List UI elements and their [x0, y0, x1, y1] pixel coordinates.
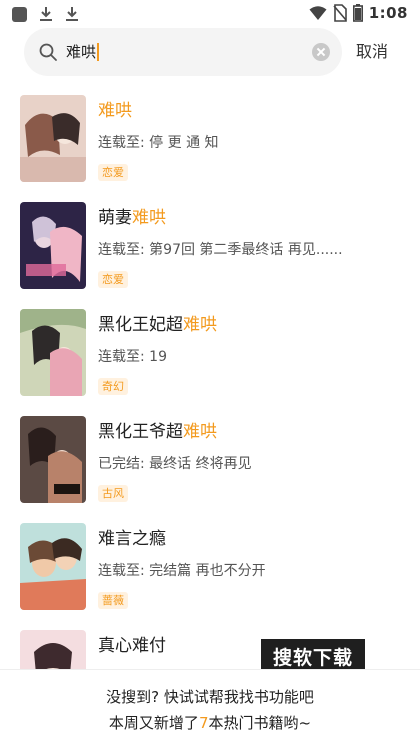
update-status: 已完结: 最终话 终将再见 — [98, 456, 252, 472]
genre-tag: 恋爱 — [98, 271, 128, 288]
clear-icon[interactable] — [312, 43, 330, 61]
book-cover[interactable] — [20, 309, 86, 396]
title-text: 真心难付 — [98, 636, 166, 656]
book-cover[interactable] — [20, 202, 86, 289]
list-item[interactable]: 萌妻难哄 连载至: 第97回 第二季最终话 再见...... 恋爱 — [0, 199, 420, 306]
title-highlight: 难哄 — [183, 315, 217, 335]
title-text: 黑化王妃超 — [98, 315, 183, 335]
book-cover[interactable] — [20, 523, 86, 610]
text-cursor — [97, 43, 100, 61]
search-input[interactable]: 难哄 — [24, 28, 342, 76]
search-icon — [39, 43, 57, 61]
clock-time: 1:08 — [368, 4, 408, 22]
title-text: 萌妻 — [98, 208, 132, 228]
list-item[interactable]: 难言之瘾 连载至: 完结篇 再也不分开 蔷薇 — [0, 520, 420, 627]
book-title[interactable]: 黑化王妃超难哄 — [98, 314, 217, 336]
book-cover[interactable] — [20, 95, 86, 182]
genre-tag: 奇幻 — [98, 378, 128, 395]
list-item[interactable]: 黑化王爷超难哄 已完结: 最终话 终将再见 古风 — [0, 413, 420, 520]
wifi-icon — [309, 6, 327, 20]
book-title[interactable]: 真心难付 — [98, 635, 166, 657]
status-bar: 1:08 — [0, 0, 420, 28]
genre-tag: 蔷薇 — [98, 592, 128, 609]
app-square-icon — [12, 6, 27, 22]
find-book-prompt[interactable]: 没搜到? 快试试帮我找书功能吧 本周又新增了7本热门书籍哟~ — [0, 669, 420, 747]
cancel-button[interactable]: 取消 — [356, 40, 388, 64]
update-status: 连载至: 19 — [98, 349, 167, 365]
title-highlight: 难哄 — [98, 101, 132, 121]
list-item[interactable]: 黑化王妃超难哄 连载至: 19 奇幻 — [0, 306, 420, 413]
title-highlight: 难哄 — [183, 422, 217, 442]
genre-tag: 恋爱 — [98, 164, 128, 181]
download-icon — [66, 7, 78, 21]
genre-tag: 古风 — [98, 485, 128, 502]
update-status: 连载至: 停 更 通 知 — [98, 135, 219, 151]
prompt-text: 本热门书籍哟~ — [208, 714, 312, 732]
search-results-list: 难哄 连载至: 停 更 通 知 恋爱 萌妻难哄 连载至: 第97回 第二季最终话… — [0, 92, 420, 734]
update-status: 连载至: 第97回 第二季最终话 再见...... — [98, 242, 343, 258]
download-icon — [40, 7, 52, 21]
book-title[interactable]: 难言之瘾 — [98, 528, 166, 550]
no-sim-icon — [333, 4, 347, 22]
list-item[interactable]: 难哄 连载至: 停 更 通 知 恋爱 — [0, 92, 420, 199]
prompt-text: 本周又新增了 — [108, 714, 199, 732]
search-query[interactable]: 难哄 — [66, 41, 100, 63]
prompt-line-1: 没搜到? 快试试帮我找书功能吧 — [106, 688, 314, 706]
book-title[interactable]: 黑化王爷超难哄 — [98, 421, 217, 443]
title-text: 难言之瘾 — [98, 529, 166, 549]
book-title[interactable]: 萌妻难哄 — [98, 207, 166, 229]
book-title[interactable]: 难哄 — [98, 100, 132, 122]
book-cover[interactable] — [20, 416, 86, 503]
update-status: 连载至: 完结篇 再也不分开 — [98, 563, 266, 579]
battery-icon — [352, 4, 363, 22]
search-query-text: 难哄 — [66, 43, 97, 61]
title-highlight: 难哄 — [132, 208, 166, 228]
prompt-line-2: 本周又新增了7本热门书籍哟~ — [0, 712, 420, 734]
title-text: 黑化王爷超 — [98, 422, 183, 442]
